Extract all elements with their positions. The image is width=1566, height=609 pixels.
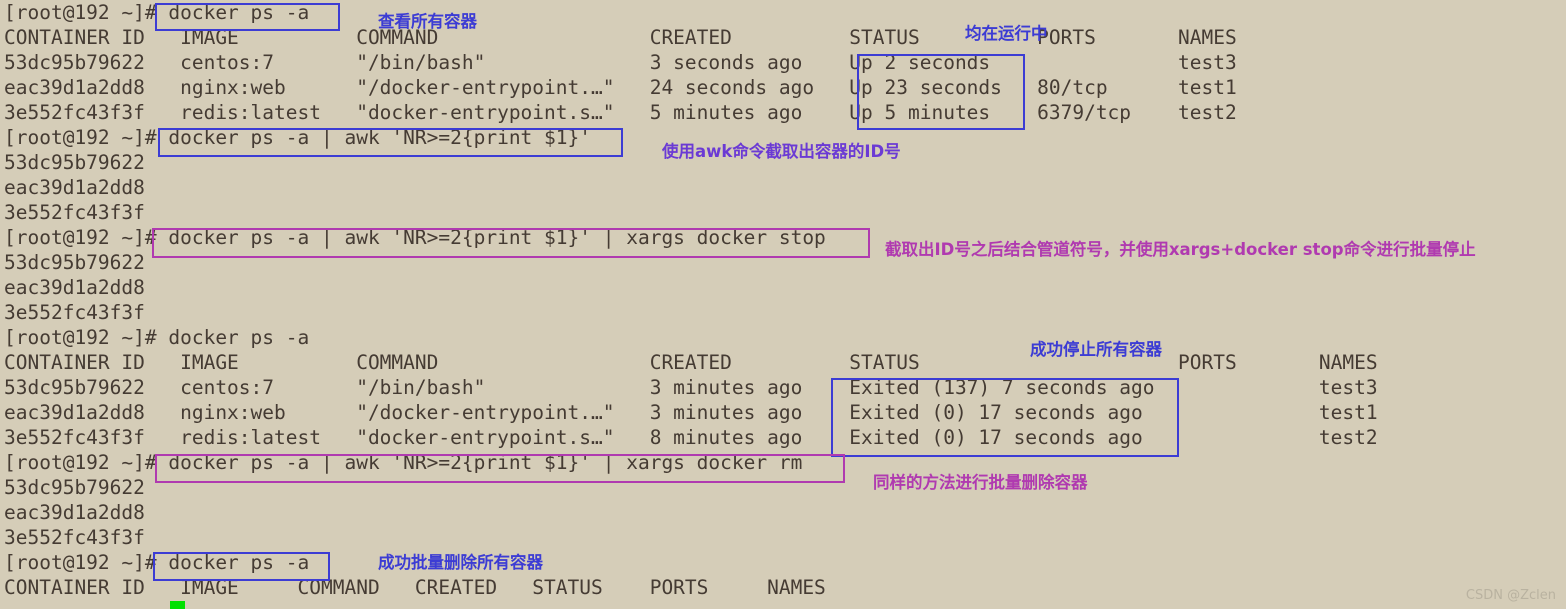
terminal-line: 3e552fc43f3f <box>4 301 145 324</box>
terminal-line: CONTAINER ID IMAGE COMMAND CREATED STATU… <box>4 576 826 599</box>
terminal-cursor <box>170 601 185 609</box>
note-all-running: 均在运行中 <box>965 24 1048 43</box>
terminal-line: 3e552fc43f3f redis:latest "docker-entryp… <box>4 101 1237 124</box>
terminal-line: eac39d1a2dd8 nginx:web "/docker-entrypoi… <box>4 76 1237 99</box>
note-stopped-all-containers: 成功停止所有容器 <box>1030 340 1162 359</box>
terminal-line: eac39d1a2dd8 <box>4 501 145 524</box>
terminal-line: eac39d1a2dd8 nginx:web "/docker-entrypoi… <box>4 401 1378 424</box>
terminal-line: 53dc95b79622 centos:7 "/bin/bash" 3 seco… <box>4 51 1237 74</box>
watermark: CSDN @Zclen <box>1465 588 1556 603</box>
terminal-line: [root@192 ~]# docker ps -a <box>4 1 310 24</box>
terminal-line: CONTAINER ID IMAGE COMMAND CREATED STATU… <box>4 351 1378 374</box>
terminal-line: [root@192 ~]# docker ps -a <box>4 551 310 574</box>
note-awk-extract-id: 使用awk命令截取出容器的ID号 <box>662 142 901 161</box>
note-xargs-docker-stop: 截取出ID号之后结合管道符号，并使用xargs+docker stop命令进行批… <box>885 240 1476 259</box>
terminal-line: eac39d1a2dd8 <box>4 276 145 299</box>
terminal-line: CONTAINER ID IMAGE COMMAND CREATED STATU… <box>4 26 1237 49</box>
note-view-all-containers: 查看所有容器 <box>378 12 477 31</box>
note-removed-all-containers: 成功批量删除所有容器 <box>378 553 543 572</box>
terminal-line: [root@192 ~]# docker ps -a | awk 'NR>=2{… <box>4 451 803 474</box>
note-same-method-remove: 同样的方法进行批量删除容器 <box>873 473 1088 492</box>
terminal-line: 53dc95b79622 <box>4 476 145 499</box>
terminal-line: eac39d1a2dd8 <box>4 176 145 199</box>
terminal-screen: [root@192 ~]# docker ps -a CONTAINER ID I… <box>0 0 1566 609</box>
terminal-output: [root@192 ~]# docker ps -a CONTAINER ID I… <box>0 0 1566 600</box>
terminal-line: [root@192 ~]# docker ps -a <box>4 326 310 349</box>
terminal-line: 53dc95b79622 centos:7 "/bin/bash" 3 minu… <box>4 376 1378 399</box>
terminal-line: 3e552fc43f3f redis:latest "docker-entryp… <box>4 426 1378 449</box>
terminal-line: 3e552fc43f3f <box>4 526 145 549</box>
terminal-line: 3e552fc43f3f <box>4 201 145 224</box>
